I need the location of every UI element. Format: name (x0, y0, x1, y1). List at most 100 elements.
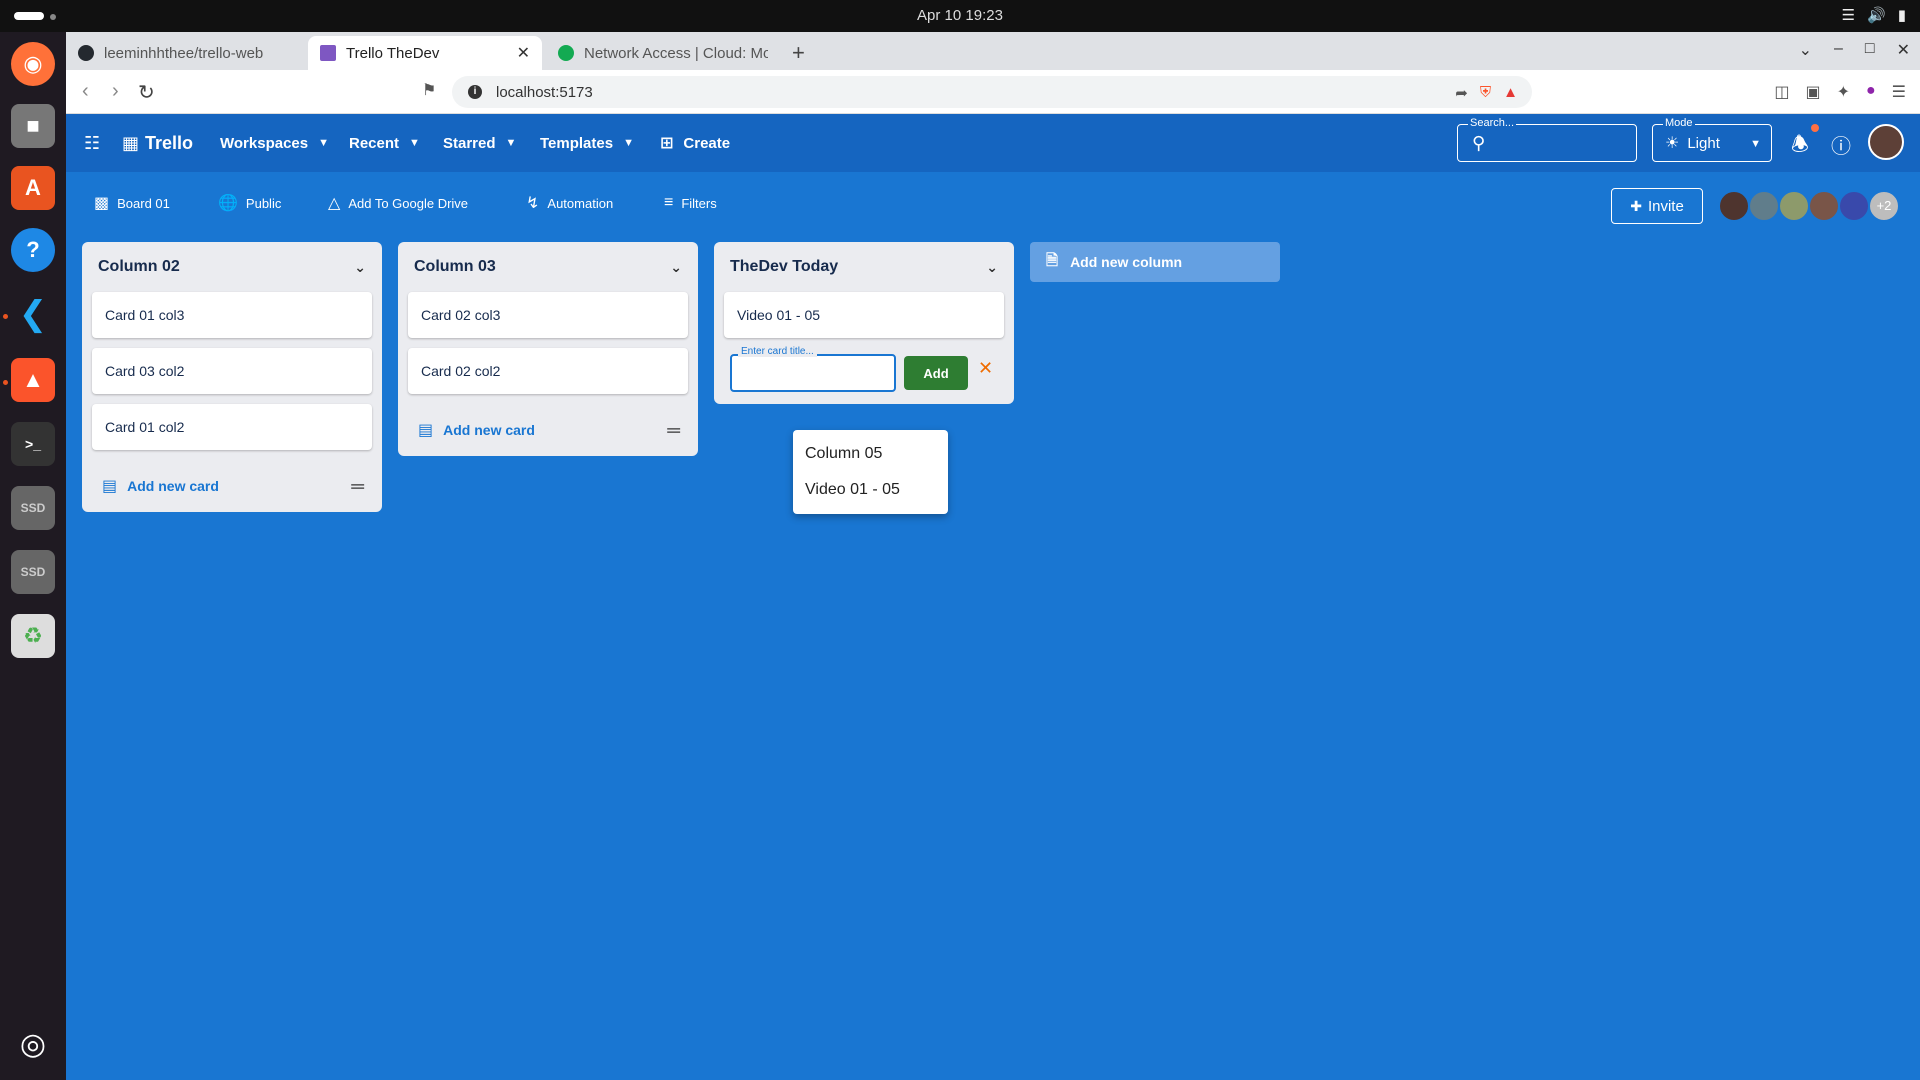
trello-logo[interactable]: ▦ Trello (122, 114, 193, 172)
member-avatar[interactable] (1838, 190, 1870, 222)
apps-grid-icon[interactable]: ☷ (84, 114, 100, 172)
browser-toolbar: ◫ ▣ ✦ ● ☰ (1774, 82, 1906, 102)
filters-chip[interactable]: ≡ Filters (664, 172, 717, 234)
site-info-icon[interactable]: i (468, 85, 482, 99)
card[interactable]: Card 03 col2 (92, 348, 372, 394)
search-input[interactable]: Search... ⚲ (1457, 117, 1637, 162)
ssd-drive-icon[interactable]: SSD (11, 486, 55, 530)
brave-rewards-icon[interactable]: ▲ (1503, 84, 1518, 102)
more-members-badge[interactable]: +2 (1868, 190, 1900, 222)
column-header: TheDev Today ⌄ (714, 242, 1014, 292)
card[interactable]: Video 01 - 05 (724, 292, 1004, 338)
google-drive-chip[interactable]: △ Add To Google Drive (328, 172, 468, 234)
autocomplete-item[interactable]: Column 05 (793, 436, 948, 472)
close-tab-icon[interactable]: ✕ (517, 43, 530, 63)
board-column: Column 02 ⌄ Card 01 col3 Card 03 col2 Ca… (82, 242, 382, 512)
chevron-down-icon[interactable]: ⌄ (986, 259, 998, 276)
trash-icon[interactable]: ♻ (11, 614, 55, 658)
url-field[interactable]: i localhost:5173 ➦ ⛨ ▲ (452, 76, 1532, 108)
terminal-icon[interactable]: >_ (11, 422, 55, 466)
running-indicator (3, 380, 8, 385)
forward-icon[interactable]: › (112, 80, 119, 103)
mode-value: Light (1687, 134, 1720, 152)
share-icon[interactable]: ➦ (1455, 84, 1468, 102)
browser-tab-active[interactable]: Trello TheDev ✕ (308, 36, 542, 70)
files-icon[interactable]: ■ (11, 104, 55, 148)
menu-icon[interactable]: ☰ (1892, 82, 1906, 102)
automation-label: Automation (547, 195, 614, 211)
card[interactable]: Card 02 col3 (408, 292, 688, 338)
browser-window: leeminhhthee/trello-web Trello TheDev ✕ … (66, 32, 1920, 1080)
add-card-button[interactable]: ▤ Add new card (418, 420, 535, 440)
wallet-icon[interactable]: ▣ (1805, 82, 1820, 102)
person-add-icon: ✚ (1630, 197, 1642, 214)
tab-strip: leeminhhthee/trello-web Trello TheDev ✕ … (66, 32, 1920, 70)
ssd-drive-icon[interactable]: SSD (11, 550, 55, 594)
card[interactable]: Card 02 col2 (408, 348, 688, 394)
brave-icon[interactable]: ▲ (11, 358, 55, 402)
card[interactable]: Card 01 col3 (92, 292, 372, 338)
tab-title: Trello TheDev (346, 44, 440, 62)
show-apps-icon[interactable]: ◎ (11, 1022, 55, 1066)
column-title[interactable]: TheDev Today (730, 258, 838, 276)
close-icon[interactable]: ✕ (978, 358, 993, 379)
chevron-down-icon: ▼ (623, 137, 634, 149)
chevron-down-icon[interactable]: ⌄ (354, 259, 366, 276)
app-center-icon[interactable]: A (11, 166, 55, 210)
tab-list-icon[interactable]: ⌄ (1799, 40, 1812, 60)
vscode-icon[interactable]: ❮ (11, 292, 55, 336)
member-avatar[interactable] (1718, 190, 1750, 222)
search-label: Search... (1468, 117, 1517, 129)
add-column-button[interactable]: 🗎 Add new column (1030, 242, 1280, 282)
drive-label: Add To Google Drive (348, 195, 469, 211)
chevron-down-icon[interactable]: ⌄ (670, 259, 682, 276)
card[interactable]: Card 01 col2 (92, 404, 372, 450)
autocomplete-list: Column 05 Video 01 - 05 (793, 430, 948, 514)
brave-shields-icon[interactable]: ⛨ (1480, 84, 1491, 102)
nav-recent[interactable]: Recent ▼ (349, 114, 420, 172)
system-tray[interactable]: ☰ 🔊 ▮ (1842, 6, 1906, 24)
autocomplete-item[interactable]: Video 01 - 05 (793, 472, 948, 508)
system-clock[interactable]: Apr 10 19:23 (0, 7, 1920, 24)
drag-handle-icon[interactable]: ═ (351, 476, 364, 497)
reload-icon[interactable]: ↻ (138, 80, 155, 105)
back-icon[interactable]: ‹ (82, 80, 89, 103)
create-button[interactable]: ⊞ Create (660, 114, 730, 172)
member-avatar[interactable] (1748, 190, 1780, 222)
close-window-icon[interactable]: ✕ (1897, 40, 1910, 60)
help-icon[interactable]: ? (11, 228, 55, 272)
help-circle-icon[interactable]: ⓘ (1831, 130, 1851, 159)
leo-ai-icon[interactable]: ✦ (1837, 82, 1850, 102)
browser-tab[interactable]: leeminhhthee/trello-web (66, 36, 300, 70)
board-column: Column 03 ⌄ Card 02 col3 Card 02 col2 ▤ … (398, 242, 698, 456)
column-title[interactable]: Column 02 (98, 258, 180, 276)
nav-starred[interactable]: Starred ▼ (443, 114, 516, 172)
bookmark-icon[interactable]: ⚑ (422, 80, 436, 100)
browser-tab[interactable]: Network Access | Cloud: Mo (546, 36, 780, 70)
new-tab-button[interactable]: + (792, 40, 805, 66)
nav-workspaces[interactable]: Workspaces ▼ (220, 114, 329, 172)
notifications-icon[interactable]: 🕭 (1791, 130, 1809, 164)
add-card-button[interactable]: ▤ Add new card (102, 476, 219, 496)
mode-select[interactable]: Mode ☀ Light ▼ (1652, 117, 1772, 162)
member-avatar[interactable] (1808, 190, 1840, 222)
user-avatar[interactable] (1868, 124, 1904, 160)
minimize-icon[interactable]: – (1834, 40, 1843, 60)
notification-badge (1811, 124, 1819, 132)
vpn-icon[interactable]: ● (1866, 82, 1876, 102)
sidebar-icon[interactable]: ◫ (1774, 82, 1789, 102)
visibility-chip[interactable]: 🌐 Public (218, 172, 281, 234)
add-card-submit-button[interactable]: Add (904, 356, 968, 390)
board-name-chip[interactable]: ▩ Board 01 (94, 172, 170, 234)
column-title[interactable]: Column 03 (414, 258, 496, 276)
card-title-input[interactable] (730, 354, 896, 392)
nav-templates[interactable]: Templates ▼ (540, 114, 634, 172)
invite-button[interactable]: ✚ Invite (1611, 188, 1703, 224)
new-card-form: Enter card title... Add ✕ (714, 346, 1014, 404)
maximize-icon[interactable]: □ (1865, 40, 1875, 60)
automation-chip[interactable]: ↯ Automation (526, 172, 613, 234)
firefox-icon[interactable]: ◉ (11, 42, 55, 86)
nav-label: Templates (540, 134, 614, 152)
member-avatar[interactable] (1778, 190, 1810, 222)
drag-handle-icon[interactable]: ═ (667, 420, 680, 441)
